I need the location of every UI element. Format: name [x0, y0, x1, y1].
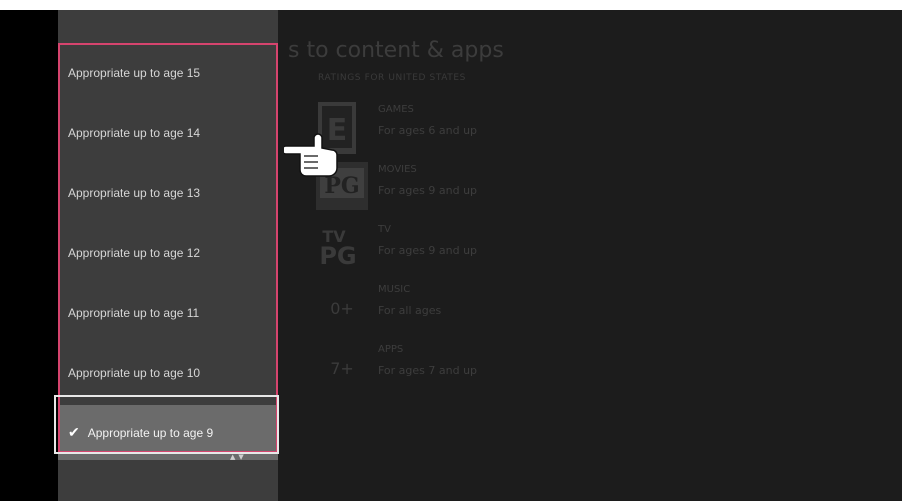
- option-label: Appropriate up to age 13: [68, 186, 201, 200]
- scroll-arrows-icon[interactable]: ▲▼: [230, 453, 247, 461]
- rating-row-movies[interactable]: PG MOVIES For ages 9 and up: [316, 162, 576, 214]
- tv-pg-badge: TV PG: [319, 227, 356, 270]
- rating-description: For ages 9 and up: [378, 184, 478, 197]
- rating-category: MOVIES: [378, 164, 417, 175]
- rating-description: For ages 6 and up: [378, 124, 478, 137]
- option-label: Appropriate up to age 12: [68, 246, 201, 260]
- music-rating-badge: 0+: [330, 298, 354, 318]
- apps-rating-badge: 7+: [330, 358, 354, 378]
- option-age-11[interactable]: Appropriate up to age 11: [58, 283, 278, 343]
- option-age-15[interactable]: Appropriate up to age 15: [58, 43, 278, 103]
- rating-description: For ages 9 and up: [378, 244, 478, 257]
- svg-text:PG: PG: [319, 242, 356, 270]
- rating-description: For all ages: [378, 304, 442, 317]
- option-age-10[interactable]: Appropriate up to age 10: [58, 343, 278, 403]
- option-label: Appropriate up to age 14: [68, 126, 201, 140]
- page-subtitle: RATINGS FOR UNITED STATES: [318, 73, 466, 83]
- rating-category: GAMES: [378, 104, 414, 115]
- option-label: Appropriate up to age 15: [68, 66, 201, 80]
- page-title: s to content & apps: [288, 38, 504, 63]
- rating-row-tv[interactable]: TV PG TV For ages 9 and up: [316, 222, 576, 274]
- screen: s to content & apps RATINGS FOR UNITED S…: [0, 10, 902, 501]
- left-bar: [0, 10, 58, 501]
- rating-dropdown-panel: Appropriate up to age 15 Appropriate up …: [54, 10, 279, 501]
- rating-category: APPS: [378, 344, 404, 355]
- rating-row-music[interactable]: 0+ MUSIC For all ages: [316, 282, 576, 334]
- rating-row-apps[interactable]: 7+ APPS For ages 7 and up: [316, 342, 576, 394]
- option-age-12[interactable]: Appropriate up to age 12: [58, 223, 278, 283]
- option-label: Appropriate up to age 11: [68, 306, 200, 320]
- rating-category: TV: [378, 224, 391, 235]
- rating-category: MUSIC: [378, 284, 411, 295]
- option-age-9-selected[interactable]: ✔ Appropriate up to age 9: [58, 405, 278, 460]
- hand-cursor-icon: [284, 133, 338, 177]
- option-age-13[interactable]: Appropriate up to age 13: [58, 163, 278, 223]
- option-age-14[interactable]: Appropriate up to age 14: [58, 103, 278, 163]
- option-label: Appropriate up to age 9: [87, 425, 214, 440]
- rating-description: For ages 7 and up: [378, 364, 478, 377]
- rating-options-list: Appropriate up to age 15 Appropriate up …: [58, 43, 278, 460]
- rating-row-games[interactable]: E GAMES For ages 6 and up: [316, 102, 576, 154]
- checkmark-icon: ✔: [68, 424, 80, 440]
- option-label: Appropriate up to age 10: [68, 366, 201, 380]
